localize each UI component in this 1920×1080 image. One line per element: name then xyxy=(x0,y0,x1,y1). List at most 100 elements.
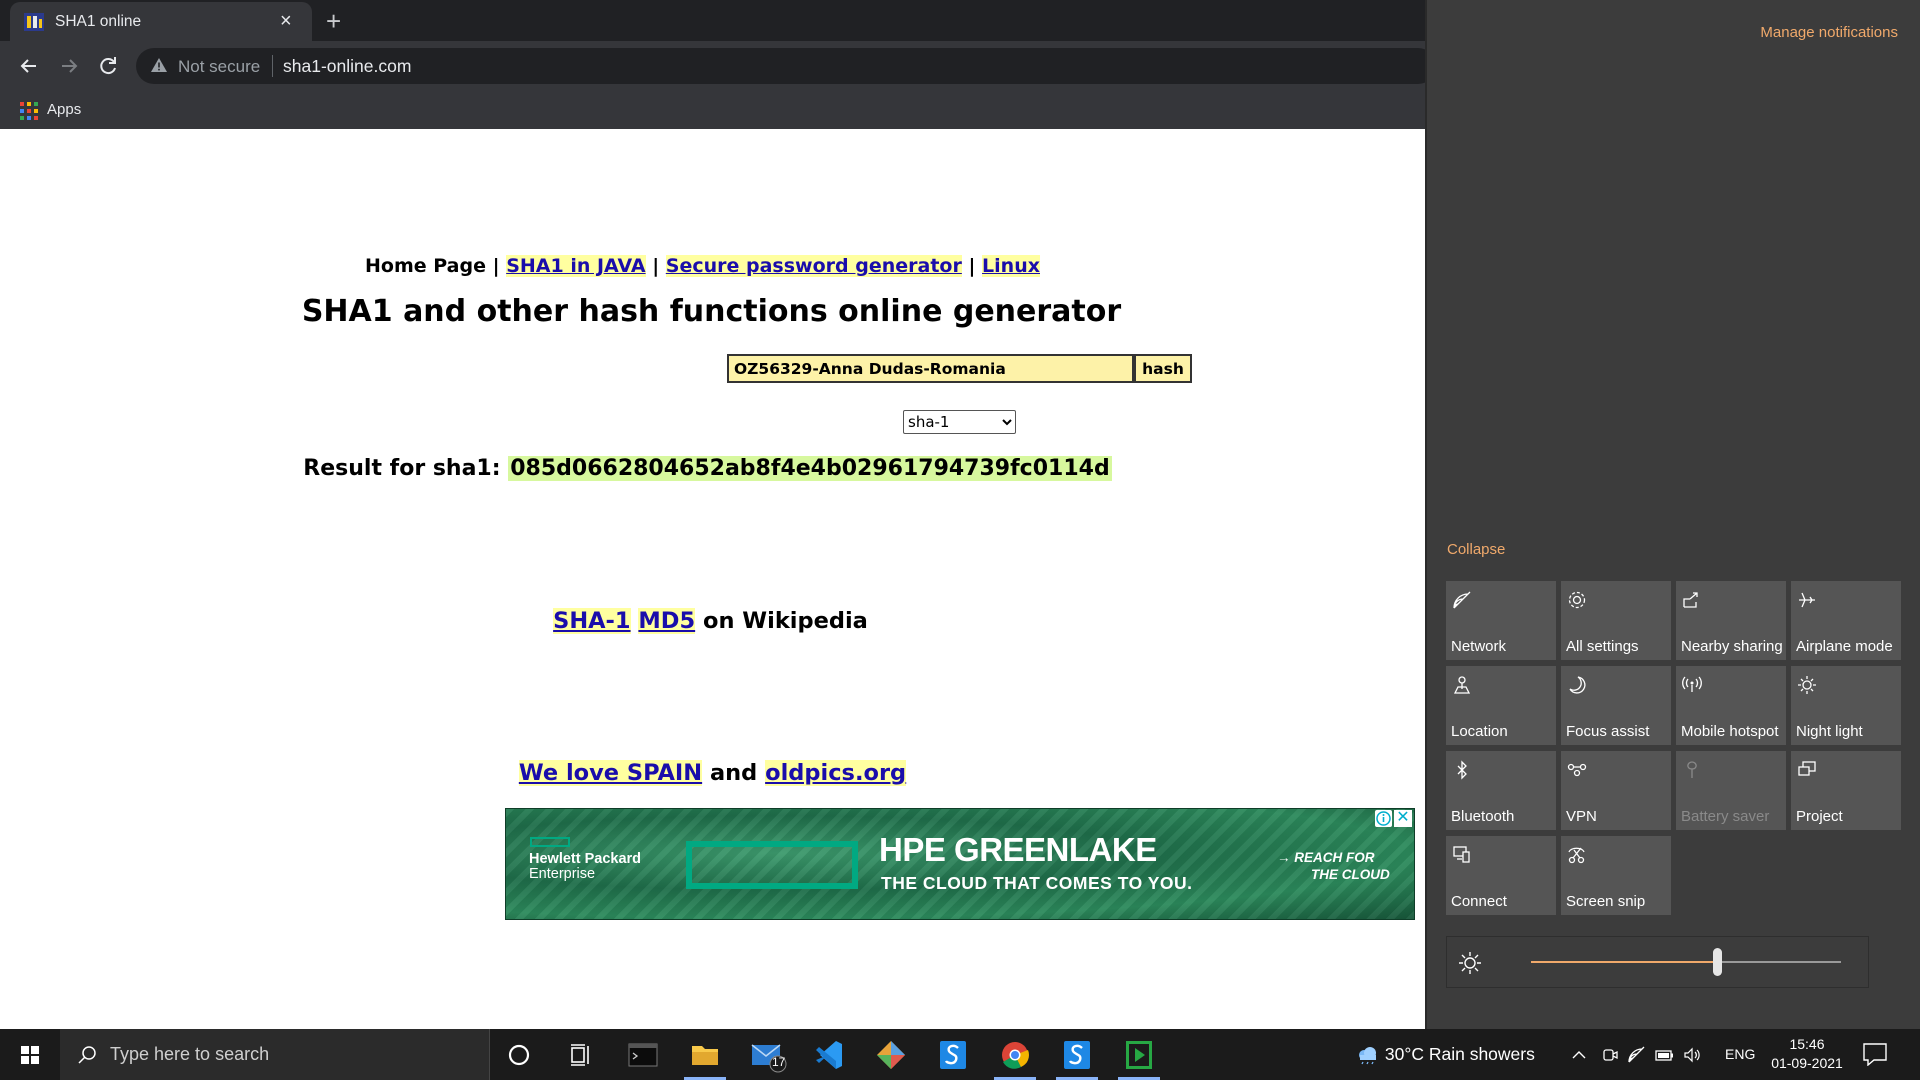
collapse-link[interactable]: Collapse xyxy=(1447,541,1505,558)
tile-label: Screen snip xyxy=(1566,893,1646,910)
action-center-panel: Manage notifications Collapse Network Al… xyxy=(1425,0,1920,1029)
vpn-icon xyxy=(1567,763,1587,777)
address-bar[interactable]: Not secure sha1-online.com xyxy=(136,48,1436,84)
nav-link-password-generator[interactable]: Secure password generator xyxy=(665,255,962,277)
taskbar: Type here to search 17 30°C Rain showers… xyxy=(0,1029,1920,1080)
tile-network[interactable]: Network xyxy=(1446,581,1556,660)
volume-icon[interactable] xyxy=(1682,1045,1702,1065)
task-view-icon[interactable] xyxy=(560,1036,602,1074)
warning-triangle-icon[interactable] xyxy=(150,57,168,73)
reload-icon[interactable] xyxy=(93,51,123,81)
file-explorer-button[interactable] xyxy=(684,1036,726,1080)
wifi-icon[interactable] xyxy=(1627,1045,1647,1065)
search-placeholder: Type here to search xyxy=(110,1044,270,1064)
sourcetree-icon xyxy=(1064,1041,1090,1069)
apps-grid-icon[interactable] xyxy=(20,102,38,120)
language-indicator[interactable]: ENG xyxy=(1725,1046,1755,1062)
new-tab-button[interactable]: + xyxy=(326,6,341,36)
meet-now-icon[interactable] xyxy=(1600,1045,1620,1065)
promo-line: We love SPAIN and oldpics.org xyxy=(0,760,1425,786)
hash-input[interactable] xyxy=(727,354,1134,383)
project-icon xyxy=(1798,761,1816,776)
nav-separator: | xyxy=(492,255,500,277)
tile-label: Network xyxy=(1451,638,1507,655)
tile-label: Focus assist xyxy=(1566,723,1650,740)
hpe-greenlake-ad-banner[interactable]: Hewlett Packard Enterprise HPE GREENLAKE… xyxy=(505,808,1415,920)
cortana-icon[interactable] xyxy=(498,1036,540,1074)
location-icon xyxy=(1453,676,1471,694)
tile-nearby-sharing[interactable]: Nearby sharing xyxy=(1676,581,1786,660)
tile-all-settings[interactable]: All settings xyxy=(1561,581,1671,660)
tab-close-icon[interactable]: × xyxy=(280,10,292,32)
tile-label: Project xyxy=(1796,808,1843,825)
tab-title: SHA1 online xyxy=(55,13,142,30)
manage-notifications-link[interactable]: Manage notifications xyxy=(1760,24,1898,41)
tile-connect[interactable]: Connect xyxy=(1446,836,1556,915)
link-we-love-spain[interactable]: We love SPAIN xyxy=(518,760,703,786)
windows-start-icon[interactable] xyxy=(0,1029,60,1080)
clock[interactable]: 15:46 01-09-2021 xyxy=(1763,1035,1851,1073)
forward-arrow-icon[interactable] xyxy=(54,51,84,81)
tile-night-light[interactable]: Night light xyxy=(1791,666,1901,745)
url-text[interactable]: sha1-online.com xyxy=(283,56,411,77)
vscode-icon[interactable] xyxy=(808,1036,850,1074)
media-player-button[interactable] xyxy=(1118,1036,1160,1080)
clock-time: 15:46 xyxy=(1789,1036,1825,1052)
tab-strip: SHA1 online × + xyxy=(0,0,1425,41)
nav-link-linux[interactable]: Linux xyxy=(982,255,1040,277)
ad-close-icon[interactable]: ✕ xyxy=(1394,810,1412,827)
sourcetree-window-button[interactable] xyxy=(1056,1036,1098,1080)
tile-location[interactable]: Location xyxy=(1446,666,1556,745)
tile-label: Night light xyxy=(1796,723,1863,740)
git-extensions-icon[interactable] xyxy=(870,1036,912,1074)
hash-button[interactable]: hash xyxy=(1134,354,1192,383)
mail-button[interactable]: 17 xyxy=(746,1036,788,1074)
tile-project[interactable]: Project xyxy=(1791,751,1901,830)
bluetooth-icon xyxy=(1457,760,1467,780)
battery-icon[interactable] xyxy=(1654,1045,1674,1065)
tile-focus-assist[interactable]: Focus assist xyxy=(1561,666,1671,745)
tile-airplane-mode[interactable]: Airplane mode xyxy=(1791,581,1901,660)
tile-vpn[interactable]: VPN xyxy=(1561,751,1671,830)
gear-icon xyxy=(1568,591,1586,609)
back-arrow-icon[interactable] xyxy=(14,51,44,81)
taskbar-search-box[interactable]: Type here to search xyxy=(60,1029,490,1080)
brightness-thumb[interactable] xyxy=(1713,948,1722,976)
chrome-button[interactable] xyxy=(994,1036,1036,1080)
tile-label: Nearby sharing xyxy=(1681,638,1783,655)
adchoices-icon[interactable] xyxy=(1375,810,1392,827)
result-label: Result for sha1: xyxy=(303,456,501,481)
weather-widget[interactable]: 30°C Rain showers xyxy=(1355,1044,1535,1065)
nav-link-sha1-java[interactable]: SHA1 in JAVA xyxy=(506,255,646,277)
site-nav: Home Page | SHA1 in JAVA | Secure passwo… xyxy=(0,255,1415,277)
address-separator xyxy=(272,55,273,77)
scissors-icon xyxy=(1568,847,1585,864)
tab-sha1-online[interactable]: SHA1 online × xyxy=(10,2,312,41)
not-secure-label[interactable]: Not secure xyxy=(178,57,260,77)
sourcetree-icon[interactable] xyxy=(932,1036,974,1074)
brightness-slider[interactable] xyxy=(1446,936,1869,988)
browser-chrome: SHA1 online × + Not secure sha1-online.c… xyxy=(0,0,1436,129)
ad-headline: HPE GREENLAKE xyxy=(879,831,1157,868)
bookmark-apps[interactable]: Apps xyxy=(47,101,81,118)
terminal-icon[interactable] xyxy=(622,1036,664,1074)
folder-icon xyxy=(692,1046,718,1065)
tile-label: Location xyxy=(1451,723,1508,740)
tile-screen-snip[interactable]: Screen snip xyxy=(1561,836,1671,915)
algorithm-select[interactable]: sha-1 xyxy=(903,410,1016,434)
action-center-notification-icon[interactable] xyxy=(1862,1042,1888,1066)
link-md5-wikipedia[interactable]: MD5 xyxy=(638,608,696,634)
tile-bluetooth[interactable]: Bluetooth xyxy=(1446,751,1556,830)
tile-battery-saver[interactable]: Battery saver xyxy=(1676,751,1786,830)
ad-cta[interactable]: → REACH FOR THE CLOUD xyxy=(1277,849,1407,883)
ad-cta-line2: THE CLOUD xyxy=(1311,867,1390,882)
tile-label: Airplane mode xyxy=(1796,638,1893,655)
wikipedia-line: SHA-1 MD5 on Wikipedia xyxy=(0,608,1423,634)
tile-mobile-hotspot[interactable]: Mobile hotspot xyxy=(1676,666,1786,745)
moon-icon xyxy=(1569,676,1586,694)
link-oldpics[interactable]: oldpics.org xyxy=(765,760,907,786)
clock-date: 01-09-2021 xyxy=(1771,1055,1843,1071)
link-sha1-wikipedia[interactable]: SHA-1 xyxy=(553,608,631,634)
chevron-up-icon[interactable] xyxy=(1569,1045,1589,1065)
airplane-icon xyxy=(1799,592,1815,608)
